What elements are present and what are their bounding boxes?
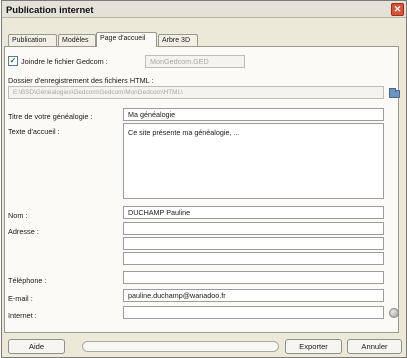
name-field[interactable]: DUCHAMP Pauline [123,206,384,219]
title-field[interactable]: Ma généalogie [123,108,384,121]
address-line-3[interactable] [123,252,384,265]
title-bar: Publication internet ✕ [2,1,406,18]
title-label: Titre de votre généalogie : [8,112,93,121]
internet-label: Internet : [8,311,37,320]
export-button[interactable]: Exporter [285,339,342,354]
email-field[interactable]: pauline.duchamp@wanadoo.fr [123,289,384,302]
close-icon[interactable]: ✕ [391,3,404,16]
address-line-2[interactable] [123,237,384,250]
tab-publication[interactable]: Publication [8,34,57,46]
cancel-button[interactable]: Annuler [347,339,402,354]
email-label: E-mail : [8,294,33,303]
internet-field[interactable] [123,306,384,319]
phone-field[interactable] [123,271,384,284]
welcome-label: Texte d'accueil : [8,127,60,136]
phone-label: Téléphone : [8,276,47,285]
name-label: Nom : [8,211,28,220]
tab-arbre-3d[interactable]: Arbre 3D [158,34,198,46]
html-folder-label: Dossier d'enregistrement des fichiers HT… [8,76,154,85]
gedcom-checkbox-label: Joindre le fichier Gedcom : [21,57,108,66]
tab-modeles[interactable]: Modèles [58,34,96,46]
gedcom-checkbox[interactable]: ✓ [8,56,18,66]
window-title: Publication internet [6,4,94,15]
gedcom-filename-field[interactable]: MonGedcom.GED [145,55,245,68]
address-label: Adresse : [8,227,39,236]
globe-icon[interactable] [389,308,399,318]
tab-page-accueil[interactable]: Page d'accueil [96,32,157,47]
progress-bar [82,341,279,352]
welcome-textarea[interactable]: Ce site présente ma généalogie, ... [123,123,384,199]
address-line-1[interactable] [123,222,384,235]
folder-icon[interactable] [389,88,400,98]
help-button[interactable]: Aide [8,339,65,354]
html-folder-path-field[interactable]: E:\BSD\Généalogies\Gedcom\Gedcom\MonGedc… [8,86,384,99]
